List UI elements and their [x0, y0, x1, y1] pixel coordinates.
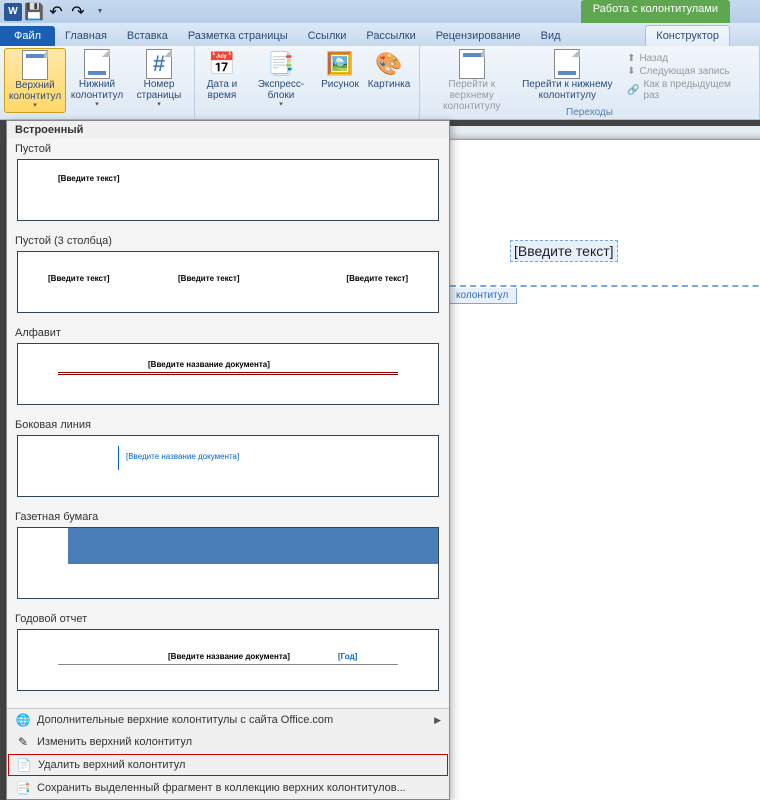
chevron-right-icon: ▶: [434, 715, 441, 726]
undo-button[interactable]: ↶: [46, 3, 66, 21]
date-time-label: Дата и время: [201, 79, 243, 101]
ribbon-tabs: Файл Главная Вставка Разметка страницы С…: [0, 23, 760, 46]
gallery-item-label: Пустой (3 столбца): [7, 231, 449, 249]
header-placeholder[interactable]: [Введите текст]: [510, 240, 618, 262]
date-time-button[interactable]: 📅 Дата и время: [199, 48, 245, 111]
redo-icon: ↷: [71, 2, 84, 22]
horizontal-ruler[interactable]: [450, 126, 760, 140]
tab-mailings[interactable]: Рассылки: [356, 26, 425, 46]
menu-save-selection[interactable]: 📑 Сохранить выделенный фрагмент в коллек…: [7, 777, 449, 799]
tab-page-layout[interactable]: Разметка страницы: [178, 26, 298, 46]
clipart-label: Картинка: [368, 79, 411, 90]
back-icon: ⬆: [627, 53, 635, 64]
tab-insert[interactable]: Вставка: [117, 26, 178, 46]
gallery-item-annual[interactable]: [Введите название документа] [Год]: [17, 629, 439, 691]
ribbon-group-insert: 📅 Дата и время 📑 Экспресс-блоки ▾ 🖼️ Рис…: [195, 46, 420, 119]
picture-label: Рисунок: [321, 79, 359, 90]
chevron-down-icon: ▾: [95, 101, 99, 109]
tab-review[interactable]: Рецензирование: [426, 26, 531, 46]
tab-view[interactable]: Вид: [531, 26, 571, 46]
calendar-icon: 📅: [206, 50, 238, 78]
header-icon: [19, 51, 51, 79]
gallery-item-alphabet[interactable]: [Введите название документа]: [17, 343, 439, 405]
menu-remove-header[interactable]: 📄 Удалить верхний колонтитул: [8, 754, 448, 776]
menu-more-from-office[interactable]: 🌐 Дополнительные верхние колонтитулы с с…: [7, 709, 449, 731]
clipart-icon: 🎨: [373, 50, 405, 78]
page-number-icon: #: [143, 50, 175, 78]
gallery-item-label: Годовой отчет: [7, 609, 449, 627]
header-footer-tab: колонтитул: [447, 288, 517, 304]
chevron-down-icon: ▾: [157, 101, 161, 109]
next-icon: ⬇: [627, 66, 635, 77]
nav-same-as-prev-button: 🔗Как в предыдущем раз: [621, 78, 749, 102]
footer-icon: [81, 50, 113, 78]
gallery-item-blank[interactable]: [Введите текст]: [17, 159, 439, 221]
gallery-item-sideline[interactable]: [Введите название документа]: [17, 435, 439, 497]
save-icon: 💾: [24, 2, 44, 22]
gallery-item-label: Боковая линия: [7, 415, 449, 433]
header-button[interactable]: Верхний колонтитул ▾: [4, 48, 66, 113]
chevron-down-icon: ▾: [33, 102, 37, 110]
menu-edit-header[interactable]: ✎ Изменить верхний колонтитул: [7, 731, 449, 753]
goto-header-icon: [456, 50, 488, 78]
ribbon: Верхний колонтитул ▾ Нижний колонтитул ▾…: [0, 46, 760, 120]
contextual-tab-header: Работа с колонтитулами: [581, 0, 730, 23]
ribbon-group-label: Переходы: [420, 107, 759, 118]
gallery-scroll-area[interactable]: Встроенный Пустой [Введите текст] Пустой…: [7, 121, 449, 709]
document-page[interactable]: [Введите текст] колонтитул: [450, 140, 760, 800]
quick-parts-label: Экспресс-блоки: [247, 79, 315, 101]
header-boundary: [450, 285, 760, 287]
gallery-section-builtin: Встроенный: [7, 121, 449, 139]
header-button-label: Верхний колонтитул: [7, 80, 63, 102]
picture-icon: 🖼️: [324, 50, 356, 78]
tab-file[interactable]: Файл: [0, 26, 55, 46]
gallery-item-label: Газетная бумага: [7, 507, 449, 525]
save-to-gallery-icon: 📑: [15, 780, 31, 796]
goto-footer-icon: [551, 50, 583, 78]
remove-icon: 📄: [16, 757, 32, 773]
qat-customize[interactable]: ▼: [90, 3, 110, 21]
nav-next-button: ⬇Следующая запись: [621, 65, 749, 78]
tab-references[interactable]: Ссылки: [298, 26, 357, 46]
gallery-item-label: Пустой: [7, 139, 449, 157]
undo-icon: ↶: [49, 2, 62, 22]
tab-design-context[interactable]: Конструктор: [645, 25, 730, 46]
chevron-down-icon: ▼: [97, 8, 104, 15]
save-button[interactable]: 💾: [24, 3, 44, 21]
quick-parts-icon: 📑: [265, 50, 297, 78]
header-gallery-dropdown: Встроенный Пустой [Введите текст] Пустой…: [6, 120, 450, 800]
tab-home[interactable]: Главная: [55, 26, 117, 46]
clipart-button[interactable]: 🎨 Картинка: [363, 48, 415, 111]
picture-button[interactable]: 🖼️ Рисунок: [317, 48, 363, 111]
word-app-icon: W: [4, 3, 22, 21]
gallery-item-label: Алфавит: [7, 323, 449, 341]
page-number-label: Номер страницы: [130, 79, 188, 101]
edit-icon: ✎: [15, 734, 31, 750]
redo-button[interactable]: ↷: [68, 3, 88, 21]
gallery-item-newsprint[interactable]: [17, 527, 439, 599]
footer-button-label: Нижний колонтитул: [68, 79, 126, 101]
chevron-down-icon: ▾: [279, 101, 283, 109]
gallery-item-blank-3col[interactable]: [Введите текст] [Введите текст] [Введите…: [17, 251, 439, 313]
gallery-menu: 🌐 Дополнительные верхние колонтитулы с с…: [7, 709, 449, 799]
ribbon-group-navigation: Перейти к верхнему колонтитулу Перейти к…: [420, 46, 760, 119]
goto-footer-label: Перейти к нижнему колонтитулу: [522, 79, 614, 101]
link-icon: 🔗: [627, 85, 639, 96]
quick-parts-button[interactable]: 📑 Экспресс-блоки ▾: [245, 48, 317, 111]
page-number-button[interactable]: # Номер страницы ▾: [128, 48, 190, 113]
globe-icon: 🌐: [15, 712, 31, 728]
nav-back-button: ⬆Назад: [621, 52, 749, 65]
ribbon-group-header-footer: Верхний колонтитул ▾ Нижний колонтитул ▾…: [0, 46, 195, 119]
footer-button[interactable]: Нижний колонтитул ▾: [66, 48, 128, 113]
